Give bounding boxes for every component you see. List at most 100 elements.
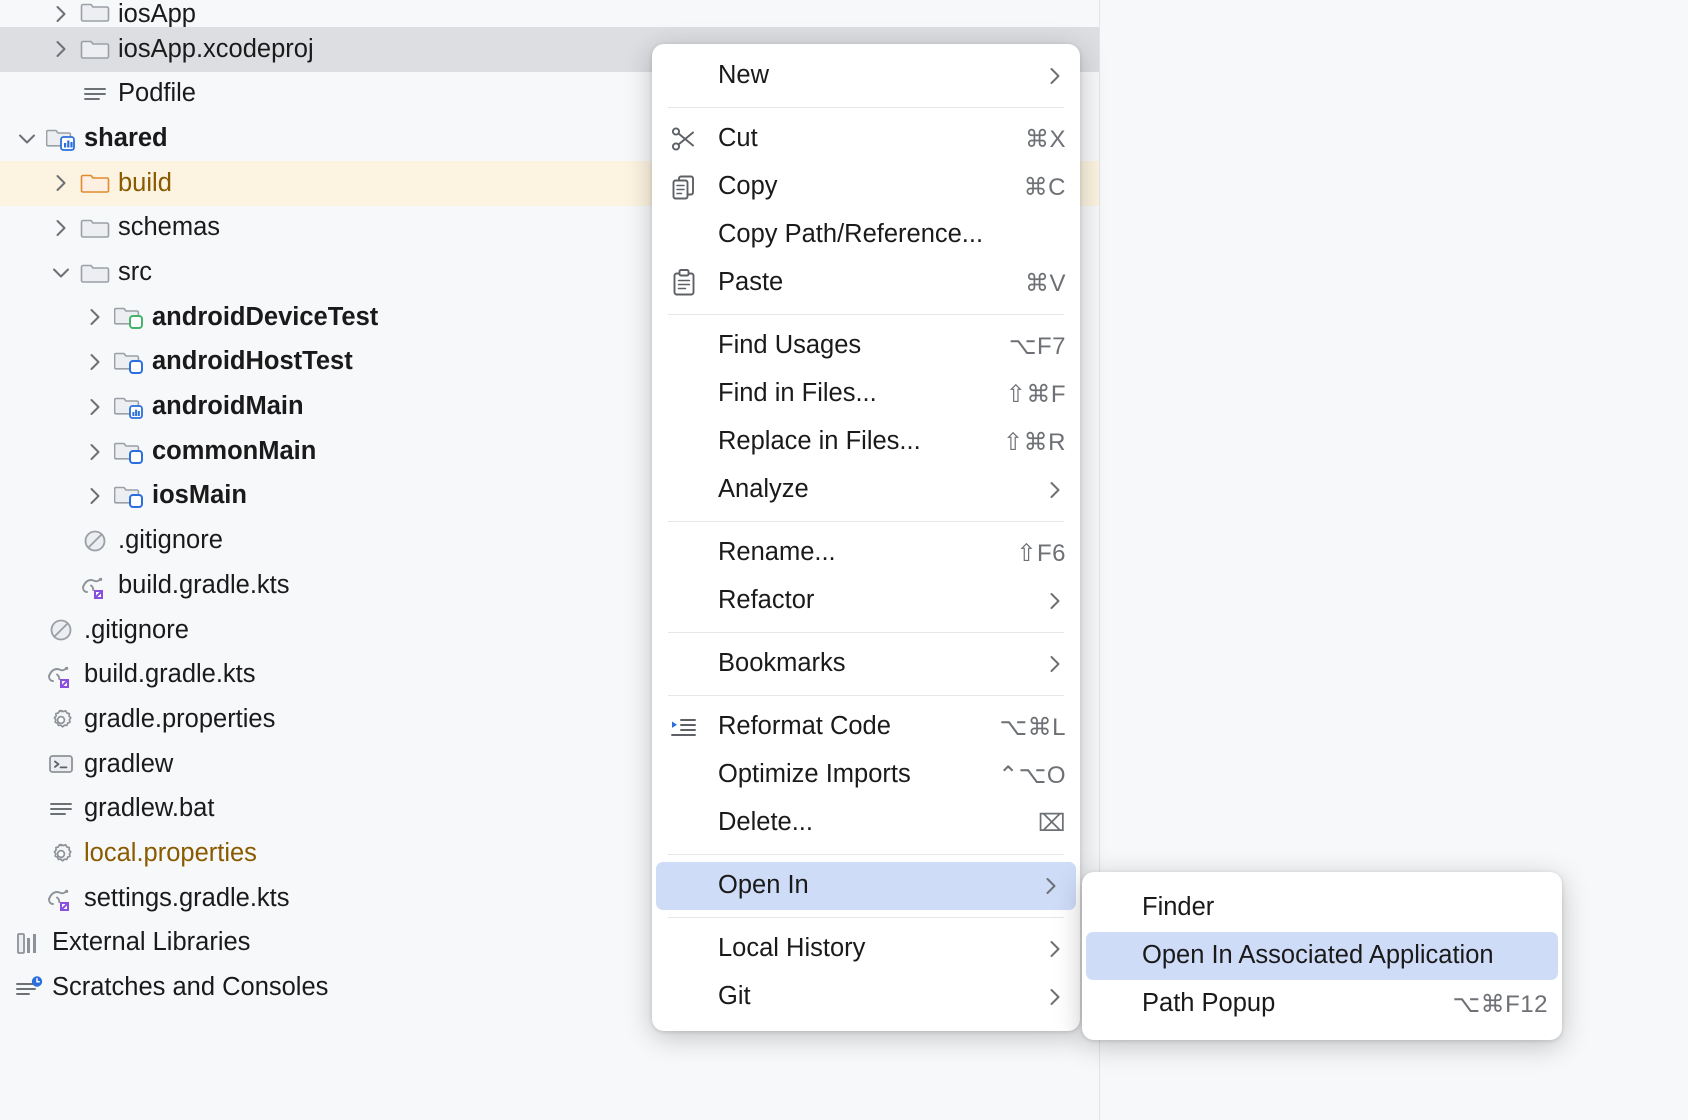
context-menu[interactable]: NewCut⌘XCopy⌘CCopy Path/Reference...Past… [652,44,1080,1031]
tree-row-label: build [118,171,172,197]
tree-row-label: commonMain [152,439,316,465]
submenu-item[interactable]: Open In Associated Application [1086,932,1558,980]
tree-row-label: iosMain [152,483,247,509]
menu-item-label: Analyze [718,477,1028,503]
chevron-right-icon[interactable] [48,36,74,62]
gradle-kotlin-icon [80,571,110,601]
menu-item-label: Copy [718,174,1006,200]
menu-item[interactable]: Local History [652,925,1080,973]
menu-separator [668,632,1064,633]
menu-item-shortcut: ⇧⌘R [1003,428,1066,457]
menu-item[interactable]: Find Usages⌥F7 [652,322,1080,370]
chevron-down-icon[interactable] [48,260,74,286]
source-root-blue-icon [114,481,144,511]
tree-row-label: Scratches and Consoles [52,975,328,1001]
source-root-blue-icon [114,437,144,467]
menu-item-label: Rename... [718,540,998,566]
menu-separator [668,521,1064,522]
tree-row-label: iosApp.xcodeproj [118,37,314,63]
menu-item-label: Cut [718,126,1007,152]
chevron-right-icon [1044,938,1066,960]
reformat-code-icon [668,711,700,743]
chevron-right-icon[interactable] [48,170,74,196]
menu-item[interactable]: Paste⌘V [652,259,1080,307]
menu-item[interactable]: Open In [656,862,1076,910]
submenu-item-label: Open In Associated Application [1142,943,1544,969]
menu-item-label: Paste [718,270,1007,296]
gradle-kotlin-icon [46,883,76,913]
menu-item[interactable]: Delete... ⌧ [652,799,1080,847]
menu-item[interactable]: Bookmarks [652,640,1080,688]
source-root-blue-icon [114,347,144,377]
menu-item-shortcut: ⌘X [1025,125,1066,154]
shell-script-icon [46,749,76,779]
open-in-submenu[interactable]: Finder Open In Associated Application Path… [1082,872,1562,1040]
ide-screen: iosApp iosApp.xcodeproj Podfile shared build… [0,0,1688,1120]
submenu-item[interactable]: Path Popup⌥⌘F12 [1082,980,1562,1028]
menu-item[interactable]: Reformat Code⌥⌘L [652,703,1080,751]
tree-row-label: Podfile [118,81,196,107]
menu-item[interactable]: Replace in Files...⇧⌘R [652,418,1080,466]
tree-row-label: .gitignore [84,618,189,644]
tree-row-label: .gitignore [118,528,223,554]
library-icon [14,928,44,958]
folder-icon [80,213,110,243]
chevron-right-icon[interactable] [82,483,108,509]
chevron-right-icon [1040,875,1062,897]
source-root-module-icon [114,392,144,422]
tree-row-label: settings.gradle.kts [84,886,290,912]
chevron-right-icon [1044,653,1066,675]
chevron-right-icon [1044,479,1066,501]
folder-icon [80,34,110,64]
menu-item[interactable]: Find in Files...⇧⌘F [652,370,1080,418]
menu-item[interactable]: Optimize Imports ⌃⌥O [652,751,1080,799]
tree-row-label: iosApp [118,2,196,28]
chevron-right-icon [1044,986,1066,1008]
menu-item-label: Git [718,984,1028,1010]
scratches-icon [14,973,44,1003]
submenu-item[interactable]: Finder [1082,884,1562,932]
folder-icon [80,0,110,27]
menu-item-label: Open In [718,873,1024,899]
chevron-right-icon [1044,65,1066,87]
chevron-right-icon[interactable] [48,215,74,241]
menu-item[interactable]: Copy Path/Reference... [652,211,1080,259]
tree-row-label: local.properties [84,841,257,867]
menu-item-label: Optimize Imports [718,762,980,788]
chevron-right-icon[interactable] [82,304,108,330]
menu-item-shortcut: ⌧ [1038,809,1066,838]
menu-item[interactable]: Copy⌘C [652,163,1080,211]
chevron-right-icon[interactable] [48,1,74,27]
menu-item-label: Bookmarks [718,651,1028,677]
tree-row-label: shared [84,126,168,152]
copy-icon [668,171,700,203]
menu-item-label: Local History [718,936,1028,962]
tree-row-label: schemas [118,215,220,241]
submenu-item-label: Finder [1142,895,1548,921]
chevron-right-icon [1044,590,1066,612]
menu-item-label: Reformat Code [718,714,981,740]
text-file-icon [46,794,76,824]
chevron-down-icon[interactable] [14,126,40,152]
menu-item[interactable]: Refactor [652,577,1080,625]
tree-row-label: androidMain [152,394,304,420]
chevron-right-icon[interactable] [82,349,108,375]
menu-separator [668,917,1064,918]
tree-row[interactable]: iosApp [0,0,1099,27]
tree-row-label: build.gradle.kts [118,573,290,599]
menu-item[interactable]: Cut ⌘X [652,115,1080,163]
menu-item[interactable]: New [652,52,1080,100]
excluded-folder-icon [80,168,110,198]
chevron-right-icon[interactable] [82,439,108,465]
module-folder-icon [46,124,76,154]
gitignore-icon [80,526,110,556]
properties-icon [46,839,76,869]
menu-item-label: Delete... [718,810,1020,836]
menu-item-shortcut: ⌥F7 [1009,332,1066,361]
menu-item[interactable]: Rename...⇧F6 [652,529,1080,577]
menu-item-shortcut: ⌃⌥O [998,761,1066,790]
submenu-item-label: Path Popup [1142,991,1434,1017]
menu-item[interactable]: Git [652,973,1080,1021]
chevron-right-icon[interactable] [82,394,108,420]
menu-item[interactable]: Analyze [652,466,1080,514]
